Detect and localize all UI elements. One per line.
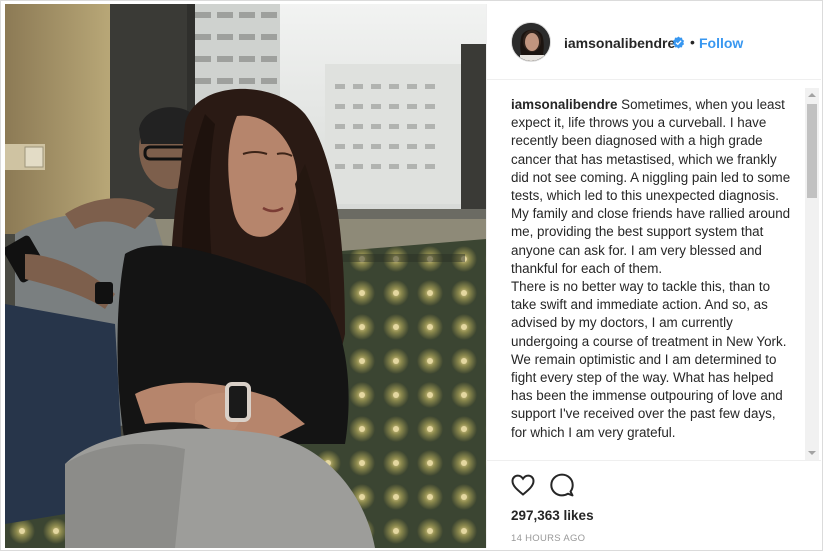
caption-paragraph-2: There is no better way to tackle this, t… — [511, 279, 787, 440]
verified-badge-icon — [672, 36, 685, 49]
post-sidebar: iamsonalibendre • Follow iamsonalibendre… — [486, 4, 821, 548]
post-photo[interactable] — [5, 4, 486, 548]
separator-dot: • — [690, 34, 695, 50]
comment-bubble-icon[interactable] — [548, 471, 576, 499]
instagram-post-embed: iamsonalibendre • Follow iamsonalibendre… — [0, 0, 823, 551]
caption-paragraph-1: Sometimes, when you least expect it, lif… — [511, 97, 791, 276]
scroll-up-arrow-icon[interactable] — [805, 88, 819, 102]
caption-username-link[interactable]: iamsonalibendre — [511, 97, 617, 112]
scrollbar-thumb[interactable] — [807, 104, 817, 198]
scroll-down-arrow-icon[interactable] — [805, 446, 819, 460]
post-photo-image — [5, 4, 486, 548]
heart-icon[interactable] — [509, 471, 537, 499]
follow-button[interactable]: Follow — [699, 35, 743, 51]
post-header: iamsonalibendre • Follow — [487, 4, 821, 80]
comments-scrollbar[interactable] — [805, 88, 819, 460]
likes-count[interactable]: 297,363 likes — [511, 508, 594, 523]
comments-area[interactable]: iamsonalibendre Sometimes, when you leas… — [487, 88, 821, 460]
avatar[interactable] — [511, 22, 551, 62]
post-actions: 297,363 likes 14 HOURS AGO — [487, 460, 821, 548]
post-timestamp[interactable]: 14 HOURS AGO — [511, 533, 585, 544]
post-caption: iamsonalibendre Sometimes, when you leas… — [511, 96, 793, 442]
username-link[interactable]: iamsonalibendre — [564, 35, 675, 51]
avatar-image — [512, 23, 550, 61]
